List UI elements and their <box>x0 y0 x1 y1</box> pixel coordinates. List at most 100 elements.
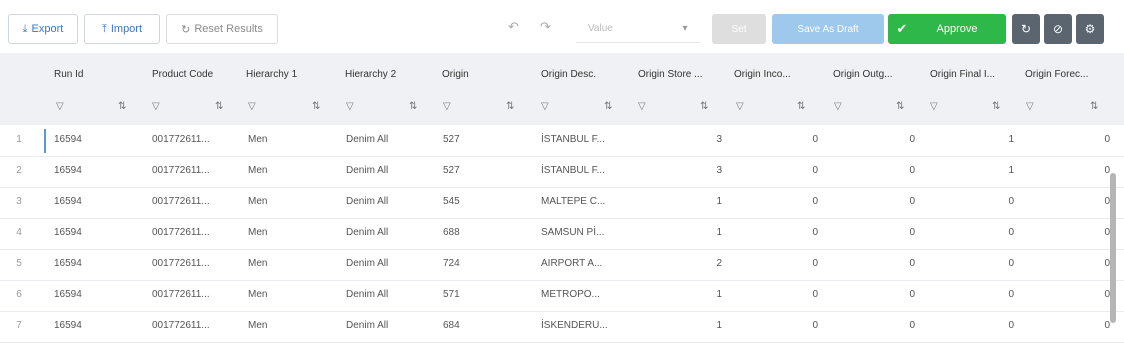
cell-origin-final[interactable]: 1 <box>930 165 1014 176</box>
export-button[interactable]: ⤓ Export <box>8 14 78 44</box>
cell-origin-store[interactable]: 1 <box>638 320 722 331</box>
import-button[interactable]: ⤒ Import <box>84 14 160 44</box>
table-row[interactable]: 5 16594 001772611... Men Denim All 724 AIRPORT… <box>0 249 1124 281</box>
cell-hierarchy-2[interactable]: Denim All <box>346 320 436 331</box>
column-header[interactable]: Hierarchy 2 <box>345 69 396 80</box>
sort-icon[interactable]: ⇅ <box>797 101 805 112</box>
cell-origin-incoming[interactable]: 0 <box>734 196 818 207</box>
cell-product-code[interactable]: 001772611... <box>152 227 242 238</box>
cell-origin[interactable]: 545 <box>443 196 533 207</box>
filter-icon[interactable]: ▽ <box>638 101 646 112</box>
cell-run-id[interactable]: 16594 <box>54 196 134 207</box>
sort-icon[interactable]: ⇅ <box>1090 101 1098 112</box>
sort-icon[interactable]: ⇅ <box>992 101 1000 112</box>
column-header[interactable]: Product Code <box>152 69 213 80</box>
table-row[interactable]: 6 16594 001772611... Men Denim All 571 METROPO… <box>0 280 1124 312</box>
undo-icon[interactable]: ↶ <box>508 19 519 35</box>
cell-run-id[interactable]: 16594 <box>54 258 134 269</box>
filter-icon[interactable]: ▽ <box>834 101 842 112</box>
cell-product-code[interactable]: 001772611... <box>152 320 242 331</box>
cell-origin-store[interactable]: 3 <box>638 134 722 145</box>
reset-results-button[interactable]: ↻ Reset Results <box>166 14 278 44</box>
cell-origin-final[interactable]: 0 <box>930 258 1014 269</box>
cell-run-id[interactable]: 16594 <box>54 134 134 145</box>
cell-hierarchy-1[interactable]: Men <box>248 196 338 207</box>
cell-hierarchy-1[interactable]: Men <box>248 289 338 300</box>
cell-origin-forecast[interactable]: 0 <box>1026 227 1110 238</box>
filter-icon[interactable]: ▽ <box>1026 101 1034 112</box>
cell-hierarchy-2[interactable]: Denim All <box>346 134 436 145</box>
sort-icon[interactable]: ⇅ <box>118 101 126 112</box>
cell-hierarchy-1[interactable]: Men <box>248 165 338 176</box>
cell-run-id[interactable]: 16594 <box>54 289 134 300</box>
sort-icon[interactable]: ⇅ <box>700 101 708 112</box>
cell-origin-forecast[interactable]: 0 <box>1026 165 1110 176</box>
cell-hierarchy-2[interactable]: Denim All <box>346 165 436 176</box>
table-row[interactable]: 4 16594 001772611... Men Denim All 688 SAMSUN … <box>0 218 1124 250</box>
clear-filter-button[interactable]: ⊘ <box>1044 14 1072 44</box>
filter-icon[interactable]: ▽ <box>443 101 451 112</box>
cell-origin-forecast[interactable]: 0 <box>1026 196 1110 207</box>
cell-run-id[interactable]: 16594 <box>54 165 134 176</box>
column-header[interactable]: Origin Inco... <box>734 69 791 80</box>
cell-origin-desc[interactable]: AIRPORT A... <box>541 258 631 269</box>
column-header[interactable]: Origin Outg... <box>833 69 892 80</box>
sort-icon[interactable]: ⇅ <box>604 101 612 112</box>
cell-hierarchy-2[interactable]: Denim All <box>346 227 436 238</box>
cell-origin-outgoing[interactable]: 0 <box>833 227 915 238</box>
cell-origin-outgoing[interactable]: 0 <box>833 165 915 176</box>
approve-button[interactable]: ✔ Approve <box>888 14 1006 44</box>
cell-origin[interactable]: 571 <box>443 289 533 300</box>
redo-icon[interactable]: ↷ <box>540 19 551 35</box>
cell-origin-forecast[interactable]: 0 <box>1026 258 1110 269</box>
filter-icon[interactable]: ▽ <box>736 101 744 112</box>
cell-product-code[interactable]: 001772611... <box>152 196 242 207</box>
cell-run-id[interactable]: 16594 <box>54 227 134 238</box>
cell-product-code[interactable]: 001772611... <box>152 258 242 269</box>
cell-hierarchy-2[interactable]: Denim All <box>346 289 436 300</box>
cell-origin[interactable]: 684 <box>443 320 533 331</box>
cell-origin-desc[interactable]: METROPO... <box>541 289 631 300</box>
cell-origin[interactable]: 724 <box>443 258 533 269</box>
save-as-draft-button[interactable]: Save As Draft <box>772 14 884 44</box>
cell-hierarchy-2[interactable]: Denim All <box>346 196 436 207</box>
cell-origin-forecast[interactable]: 0 <box>1026 134 1110 145</box>
cell-origin-final[interactable]: 0 <box>930 227 1014 238</box>
refresh-grid-button[interactable]: ↻ <box>1012 14 1040 44</box>
table-row[interactable]: 1 16594 001772611... Men Denim All 527 İSTANBU… <box>0 125 1124 157</box>
column-header[interactable]: Origin <box>442 69 469 80</box>
cell-hierarchy-1[interactable]: Men <box>248 227 338 238</box>
cell-origin-store[interactable]: 1 <box>638 227 722 238</box>
sort-icon[interactable]: ⇅ <box>215 101 223 112</box>
cell-run-id[interactable]: 16594 <box>54 320 134 331</box>
sort-icon[interactable]: ⇅ <box>896 101 904 112</box>
cell-origin[interactable]: 527 <box>443 134 533 145</box>
cell-hierarchy-1[interactable]: Men <box>248 134 338 145</box>
table-row[interactable]: 3 16594 001772611... Men Denim All 545 MALTEPE… <box>0 187 1124 219</box>
column-header[interactable]: Origin Desc. <box>541 69 596 80</box>
cell-origin-desc[interactable]: SAMSUN Pİ... <box>541 227 631 238</box>
settings-button[interactable]: ⚙ <box>1076 14 1104 44</box>
cell-origin[interactable]: 527 <box>443 165 533 176</box>
filter-icon[interactable]: ▽ <box>930 101 938 112</box>
cell-origin-forecast[interactable]: 0 <box>1026 320 1110 331</box>
column-header[interactable]: Run Id <box>54 69 83 80</box>
cell-origin-final[interactable]: 0 <box>930 289 1014 300</box>
sort-icon[interactable]: ⇅ <box>409 101 417 112</box>
cell-origin-incoming[interactable]: 0 <box>734 134 818 145</box>
cell-hierarchy-1[interactable]: Men <box>248 320 338 331</box>
cell-origin-final[interactable]: 1 <box>930 134 1014 145</box>
cell-origin-desc[interactable]: İSKENDERU... <box>541 320 631 331</box>
cell-origin-desc[interactable]: İSTANBUL F... <box>541 165 631 176</box>
table-row[interactable]: 2 16594 001772611... Men Denim All 527 İSTANBU… <box>0 156 1124 188</box>
cell-product-code[interactable]: 001772611... <box>152 289 242 300</box>
table-row[interactable]: 7 16594 001772611... Men Denim All 684 İSKENDE… <box>0 311 1124 343</box>
cell-origin-incoming[interactable]: 0 <box>734 227 818 238</box>
cell-origin-desc[interactable]: İSTANBUL F... <box>541 134 631 145</box>
column-header[interactable]: Hierarchy 1 <box>246 69 297 80</box>
cell-origin-outgoing[interactable]: 0 <box>833 196 915 207</box>
cell-origin-final[interactable]: 0 <box>930 320 1014 331</box>
filter-icon[interactable]: ▽ <box>346 101 354 112</box>
cell-origin-incoming[interactable]: 0 <box>734 258 818 269</box>
filter-icon[interactable]: ▽ <box>541 101 549 112</box>
